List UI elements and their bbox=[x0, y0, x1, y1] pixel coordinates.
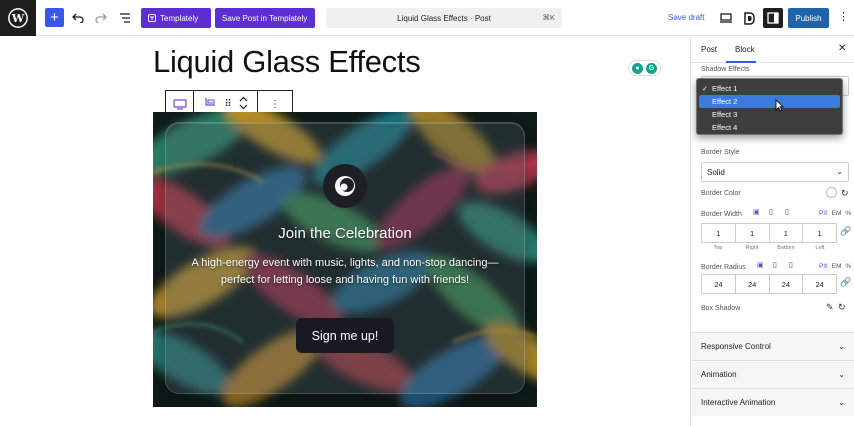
border-width-inputs: 1 1 1 1 bbox=[701, 223, 837, 243]
mouse-cursor-icon bbox=[775, 99, 784, 112]
dropdown-option[interactable]: Effect 1 bbox=[699, 82, 840, 95]
border-style-value: Solid bbox=[707, 167, 725, 177]
border-radius-units: PX EM % bbox=[819, 263, 851, 270]
save-draft-button[interactable]: Save draft bbox=[668, 13, 704, 22]
post-title[interactable]: Liquid Glass Effects bbox=[153, 44, 421, 80]
dropdown-option[interactable]: Effect 2 bbox=[699, 95, 840, 108]
document-overview-icon[interactable] bbox=[115, 8, 135, 28]
templately-label: Templately bbox=[160, 13, 199, 23]
border-width-label: Border Width bbox=[701, 211, 742, 218]
border-radius-top-right[interactable]: 24 bbox=[736, 275, 770, 293]
command-shortcut: ⌘K bbox=[542, 13, 555, 22]
panel-interactive-animation[interactable]: Interactive Animation ⌄ bbox=[691, 388, 854, 416]
border-radius-bottom-right[interactable]: 24 bbox=[770, 275, 804, 293]
border-radius-label: Border Radius bbox=[701, 264, 746, 271]
command-title: Liquid Glass Effects · Post bbox=[397, 13, 491, 23]
border-width-left[interactable]: 1 bbox=[803, 224, 836, 242]
svg-text:W: W bbox=[11, 12, 25, 25]
border-width-top[interactable]: 1 bbox=[702, 224, 736, 242]
sidebar-tabs: Post Block ✕ bbox=[691, 36, 854, 63]
wordpress-logo-icon[interactable]: W bbox=[0, 0, 36, 36]
publish-button[interactable]: Publish bbox=[788, 8, 829, 28]
celebration-logo-icon bbox=[323, 164, 367, 208]
preview-device-icon[interactable] bbox=[716, 8, 736, 28]
hero-description[interactable]: A high-energy event with music, lights, … bbox=[181, 255, 509, 289]
link-sides-icon[interactable]: 🔗 bbox=[840, 277, 851, 288]
unit-percent[interactable]: % bbox=[845, 210, 851, 217]
close-icon[interactable]: ✕ bbox=[838, 43, 846, 54]
device-tablet-icon[interactable]: ▯ bbox=[773, 261, 777, 269]
border-width-bottom[interactable]: 1 bbox=[770, 224, 804, 242]
tab-block[interactable]: Block bbox=[735, 45, 755, 54]
side-label-left: Left bbox=[815, 245, 825, 251]
parent-block-icon[interactable] bbox=[203, 97, 216, 112]
link-sides-icon[interactable]: 🔗 bbox=[840, 226, 851, 237]
chevron-down-icon: ⌄ bbox=[838, 370, 845, 379]
active-tab-indicator bbox=[726, 61, 756, 63]
save-in-templately-label: Save Post in Templately bbox=[222, 13, 308, 23]
redo-icon[interactable] bbox=[91, 8, 111, 28]
border-width-side-labels: Top Right Bottom Left bbox=[701, 245, 837, 251]
panel-title: Responsive Control bbox=[701, 342, 771, 351]
reset-icon[interactable]: ↻ bbox=[838, 302, 846, 313]
grammarly-widget[interactable]: ● G bbox=[628, 60, 661, 76]
options-menu-icon[interactable]: ⋮ bbox=[838, 10, 849, 23]
border-color-swatch[interactable] bbox=[826, 187, 837, 198]
plugin-d-icon[interactable] bbox=[739, 8, 759, 28]
side-label-bottom: Bottom bbox=[777, 245, 795, 251]
box-shadow-label: Box Shadow bbox=[701, 305, 741, 312]
chevron-down-icon: ⌄ bbox=[836, 167, 843, 176]
undo-icon[interactable] bbox=[68, 8, 88, 28]
hero-heading[interactable]: Join the Celebration bbox=[153, 225, 537, 242]
border-color-label: Border Color bbox=[701, 190, 741, 197]
border-radius-bottom-left[interactable]: 24 bbox=[803, 275, 836, 293]
border-style-select[interactable]: Solid ⌄ bbox=[701, 162, 849, 182]
templately-button[interactable]: Templately bbox=[141, 8, 211, 28]
templately-icon bbox=[148, 14, 156, 22]
device-mobile-icon[interactable]: ▯ bbox=[789, 261, 793, 269]
device-mobile-icon[interactable]: ▯ bbox=[785, 208, 789, 216]
edit-pencil-icon[interactable]: ✎ bbox=[826, 302, 834, 313]
sign-me-up-button[interactable]: Sign me up! bbox=[296, 318, 394, 353]
dropdown-option[interactable]: Effect 4 bbox=[699, 121, 840, 134]
chevron-down-icon: ⌄ bbox=[838, 398, 845, 407]
location-pin-icon: ● bbox=[632, 62, 643, 74]
side-label-right: Right bbox=[745, 245, 759, 251]
device-desktop-icon[interactable]: ▣ bbox=[753, 208, 760, 216]
command-palette-bar[interactable]: Liquid Glass Effects · Post ⌘K bbox=[326, 8, 562, 28]
panel-title: Animation bbox=[701, 370, 737, 379]
reset-icon[interactable]: ↻ bbox=[841, 188, 849, 199]
panel-title: Interactive Animation bbox=[701, 398, 776, 407]
side-label-top: Top bbox=[713, 245, 723, 251]
device-tablet-icon[interactable]: ▯ bbox=[769, 208, 773, 216]
drag-handle-icon[interactable]: ⠿ bbox=[224, 99, 231, 110]
border-radius-top-left[interactable]: 24 bbox=[702, 275, 736, 293]
editor-canvas: Liquid Glass Effects ● G ⠿ ⋮ Join the Ce… bbox=[0, 36, 690, 426]
unit-px[interactable]: PX bbox=[819, 210, 828, 217]
liquid-glass-hero-block[interactable]: Join the Celebration A high-energy event… bbox=[153, 112, 537, 407]
panel-responsive-control[interactable]: Responsive Control ⌄ bbox=[691, 332, 854, 360]
unit-px[interactable]: PX bbox=[819, 263, 828, 270]
unit-percent[interactable]: % bbox=[845, 263, 851, 270]
top-toolbar: W + Templately Save Post in Templately L… bbox=[0, 0, 854, 36]
add-block-button[interactable]: + bbox=[45, 8, 64, 27]
unit-em[interactable]: EM bbox=[832, 263, 842, 270]
border-width-right[interactable]: 1 bbox=[736, 224, 770, 242]
save-in-templately-button[interactable]: Save Post in Templately bbox=[215, 8, 315, 28]
device-desktop-icon[interactable]: ▣ bbox=[757, 261, 764, 269]
tab-post[interactable]: Post bbox=[701, 45, 717, 54]
shadow-effects-dropdown-menu: Effect 1 Effect 2 Effect 3 Effect 4 bbox=[696, 78, 843, 135]
dropdown-option[interactable]: Effect 3 bbox=[699, 108, 840, 121]
unit-em[interactable]: EM bbox=[832, 210, 842, 217]
chevron-down-icon: ⌄ bbox=[838, 342, 845, 351]
border-style-label: Border Style bbox=[701, 149, 740, 156]
grammarly-icon: G bbox=[646, 62, 657, 74]
shadow-effects-label: Shadow Effects bbox=[701, 66, 750, 73]
border-width-units: PX EM % bbox=[819, 210, 851, 217]
move-up-down-icon[interactable] bbox=[239, 96, 248, 113]
editor-app: W + Templately Save Post in Templately L… bbox=[0, 0, 854, 426]
border-radius-inputs: 24 24 24 24 bbox=[701, 274, 837, 294]
panel-animation[interactable]: Animation ⌄ bbox=[691, 360, 854, 388]
settings-panel-toggle-icon[interactable] bbox=[763, 8, 783, 28]
